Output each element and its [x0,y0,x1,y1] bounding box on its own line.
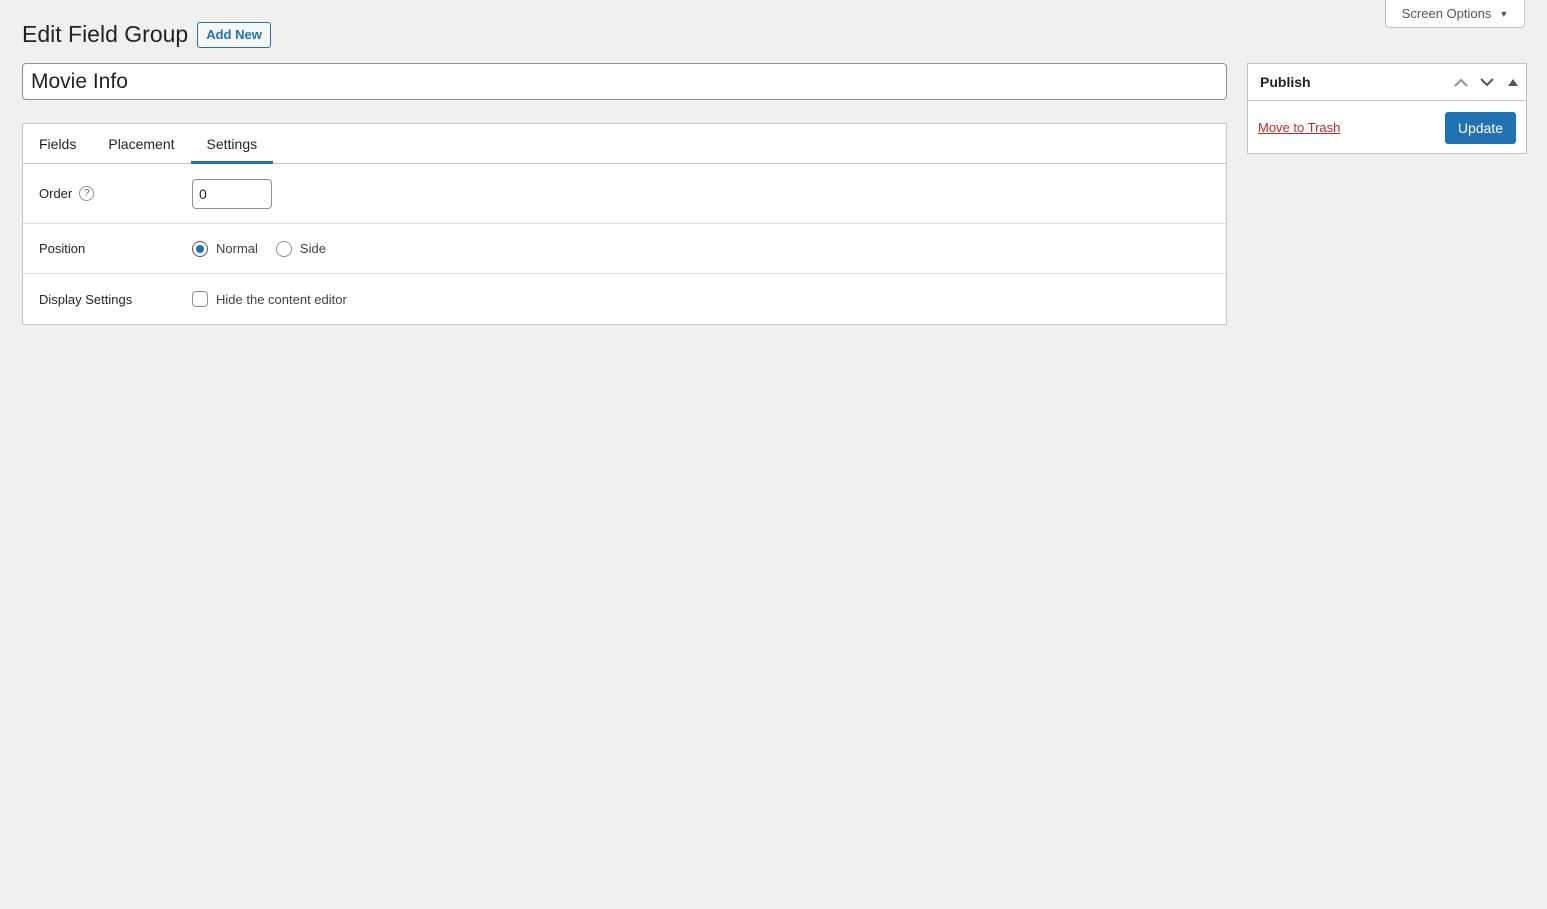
settings-row-display: Display Settings Hide the content editor [23,274,1226,324]
tab-fields[interactable]: Fields [39,124,76,164]
position-normal-label: Normal [216,241,258,256]
hide-content-editor-label: Hide the content editor [216,291,347,307]
chevron-up-icon[interactable] [1448,64,1474,100]
position-label: Position [39,241,86,256]
question-icon[interactable]: ? [79,186,95,201]
publish-title: Publish [1260,74,1311,90]
tab-placement[interactable]: Placement [108,124,174,164]
hide-content-editor-option[interactable]: Hide the content editor [192,291,347,307]
hide-content-editor-checkbox[interactable] [192,291,208,307]
publish-box: Publish Move to Trash Update [1247,63,1527,154]
add-new-button[interactable]: Add New [197,21,271,48]
page-header: Edit Field Group Add New [22,20,271,49]
field-group-panel: Fields Placement Settings Order ? Positi… [22,123,1227,325]
move-to-trash-link[interactable]: Move to Trash [1258,120,1340,135]
chevron-down-icon[interactable] [1474,64,1500,100]
position-side-label: Side [299,241,326,256]
settings-row-position: Position Normal Side [23,224,1226,274]
order-label-wrap: Order ? [39,186,192,201]
screen-options-label: Screen Options [1401,6,1492,21]
field-group-title-input[interactable] [22,63,1227,100]
settings-row-order: Order ? [23,164,1226,224]
position-side-option[interactable]: Side [275,240,326,257]
display-settings-label: Display Settings [39,291,133,307]
order-label: Order [39,186,73,201]
collapse-triangle-icon[interactable] [1500,64,1526,100]
screen-options-button[interactable]: Screen Options ▼ [1385,0,1525,28]
order-input[interactable] [192,178,272,209]
publish-header: Publish [1248,64,1526,101]
page-title: Edit Field Group [22,21,189,47]
position-side-radio[interactable] [275,240,292,257]
publish-actions: Move to Trash Update [1248,101,1526,154]
update-button[interactable]: Update [1444,111,1516,144]
tab-settings[interactable]: Settings [190,124,274,164]
position-normal-radio[interactable] [192,240,208,257]
tab-bar: Fields Placement Settings [23,124,1226,164]
caret-down-icon: ▼ [1499,8,1509,19]
position-normal-option[interactable]: Normal [192,240,258,257]
